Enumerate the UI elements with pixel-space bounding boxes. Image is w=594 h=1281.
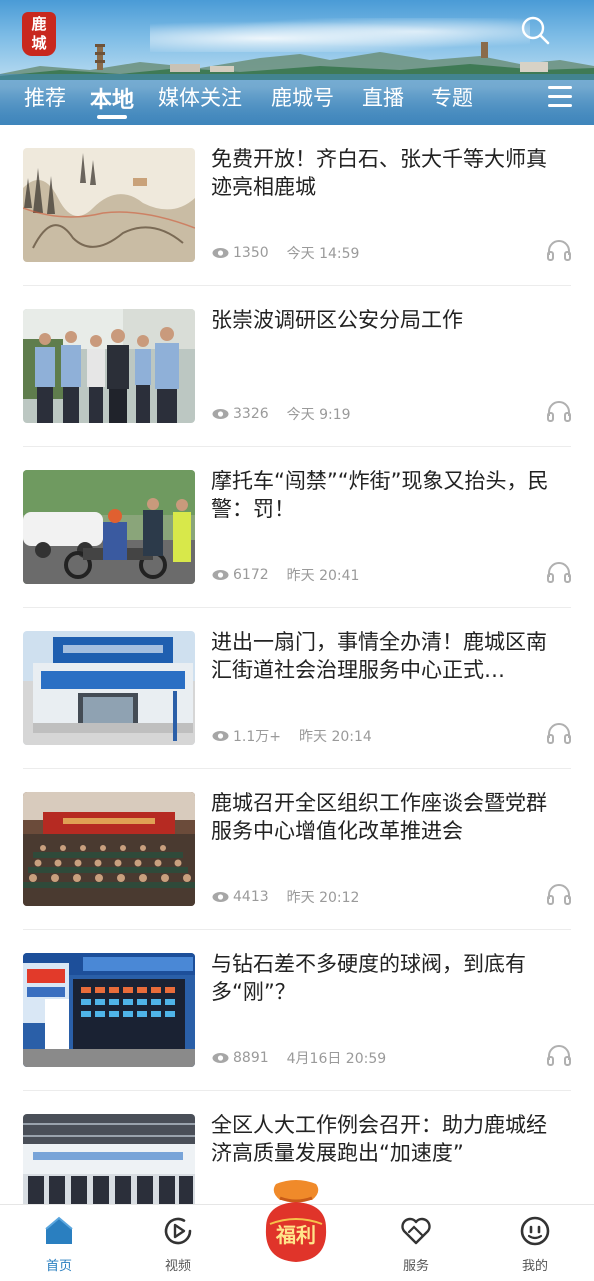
eye-icon: [212, 731, 229, 741]
news-title[interactable]: 进出一扇门，事情全办清！鹿城区南汇街道社会治理服务中心正式…: [211, 628, 561, 684]
news-meta: 8891 4月16日 20:59: [212, 1048, 386, 1068]
publish-time: 今天 14:59: [286, 246, 360, 262]
nav-service-label: 服务: [402, 1259, 429, 1274]
view-count: 1350: [233, 245, 269, 261]
news-thumbnail[interactable]: [23, 792, 195, 906]
news-title[interactable]: 全区人大工作例会召开：助力鹿城经济高质量发展跑出“加速度”: [211, 1111, 561, 1167]
view-count: 1.1万+: [233, 729, 281, 745]
play-circle-icon: [164, 1217, 192, 1245]
news-item[interactable]: 摩托车“闯禁”“炸街”现象又抬头，民警：罚！ 6172 昨天 20:41: [0, 447, 594, 608]
headphone-icon[interactable]: [547, 883, 571, 905]
news-title[interactable]: 鹿城召开全区组织工作座谈会暨党群服务中心增值化改革推进会: [211, 789, 561, 845]
headphone-icon[interactable]: [547, 239, 571, 261]
news-meta: 1350 今天 14:59: [212, 243, 359, 263]
headphone-icon[interactable]: [547, 722, 571, 744]
publish-time: 今天 9:19: [286, 407, 351, 423]
news-item[interactable]: 免费开放！齐白石、张大千等大师真迹亮相鹿城 1350 今天 14:59: [0, 125, 594, 286]
publish-time: 昨天 20:41: [286, 568, 360, 584]
eye-icon: [212, 892, 229, 902]
eye-icon: [212, 248, 229, 258]
headphone-icon[interactable]: [547, 561, 571, 583]
nav-video-label: 视频: [164, 1259, 191, 1274]
menu-icon[interactable]: [548, 86, 572, 108]
news-title[interactable]: 与钻石差不多硬度的球阀，到底有多“刚”？: [211, 950, 561, 1006]
nav-mine-label: 我的: [521, 1259, 548, 1274]
nav-service[interactable]: 服务: [376, 1205, 456, 1281]
news-meta: 4413 昨天 20:12: [212, 887, 359, 907]
news-thumbnail[interactable]: [23, 953, 195, 1067]
publish-time: 昨天 20:12: [286, 890, 360, 906]
active-tab-indicator: [97, 115, 127, 119]
search-icon[interactable]: [519, 14, 551, 46]
tab-live[interactable]: 直播: [362, 82, 404, 112]
tab-local[interactable]: 本地: [90, 82, 134, 114]
news-thumbnail[interactable]: [23, 148, 195, 262]
news-title[interactable]: 免费开放！齐白石、张大千等大师真迹亮相鹿城: [211, 145, 561, 201]
fuli-lucky-bag-button[interactable]: 福利: [256, 1178, 336, 1270]
news-item[interactable]: 鹿城召开全区组织工作座谈会暨党群服务中心增值化改革推进会 4413 昨天 20:…: [0, 769, 594, 930]
nav-mine[interactable]: 我的: [495, 1205, 575, 1281]
publish-time: 4月16日 20:59: [286, 1051, 387, 1067]
news-title[interactable]: 张崇波调研区公安分局工作: [211, 306, 561, 334]
headphone-icon[interactable]: [547, 1044, 571, 1066]
tab-media-focus[interactable]: 媒体关注: [158, 82, 242, 112]
view-count: 4413: [233, 889, 269, 905]
eye-icon: [212, 409, 229, 419]
news-item[interactable]: 张崇波调研区公安分局工作 3326 今天 9:19: [0, 286, 594, 447]
home-icon: [45, 1216, 73, 1244]
news-meta: 3326 今天 9:19: [212, 404, 351, 424]
nav-home-label: 首页: [45, 1259, 72, 1274]
tab-recommend[interactable]: 推荐: [24, 82, 66, 112]
nav-home[interactable]: 首页: [19, 1205, 99, 1281]
news-item[interactable]: 与钻石差不多硬度的球阀，到底有多“刚”？ 8891 4月16日 20:59: [0, 930, 594, 1091]
eye-icon: [212, 570, 229, 580]
fuli-label: 福利: [275, 1223, 316, 1247]
view-count: 6172: [233, 567, 269, 583]
app-logo: 鹿城: [22, 12, 56, 56]
news-thumbnail[interactable]: [23, 631, 195, 745]
eye-icon: [212, 1053, 229, 1063]
tab-topics[interactable]: 专题: [431, 82, 473, 112]
handshake-heart-icon: [401, 1217, 431, 1245]
nav-video[interactable]: 视频: [138, 1205, 218, 1281]
tab-lucheng-hao[interactable]: 鹿城号: [271, 82, 334, 112]
publish-time: 昨天 20:14: [299, 729, 372, 745]
news-thumbnail[interactable]: [23, 470, 195, 584]
news-meta: 6172 昨天 20:41: [212, 565, 359, 585]
smiley-face-icon: [520, 1216, 550, 1246]
news-title[interactable]: 摩托车“闯禁”“炸街”现象又抬头，民警：罚！: [211, 467, 561, 523]
channel-tabs: 推荐 本地 媒体关注 鹿城号 直播 专题: [0, 78, 594, 122]
news-meta: 1.1万+ 昨天 20:14: [212, 726, 372, 746]
headphone-icon[interactable]: [547, 400, 571, 422]
news-thumbnail[interactable]: [23, 309, 195, 423]
view-count: 3326: [233, 406, 269, 422]
view-count: 8891: [233, 1050, 269, 1066]
news-item[interactable]: 进出一扇门，事情全办清！鹿城区南汇街道社会治理服务中心正式… 1.1万+ 昨天 …: [0, 608, 594, 769]
